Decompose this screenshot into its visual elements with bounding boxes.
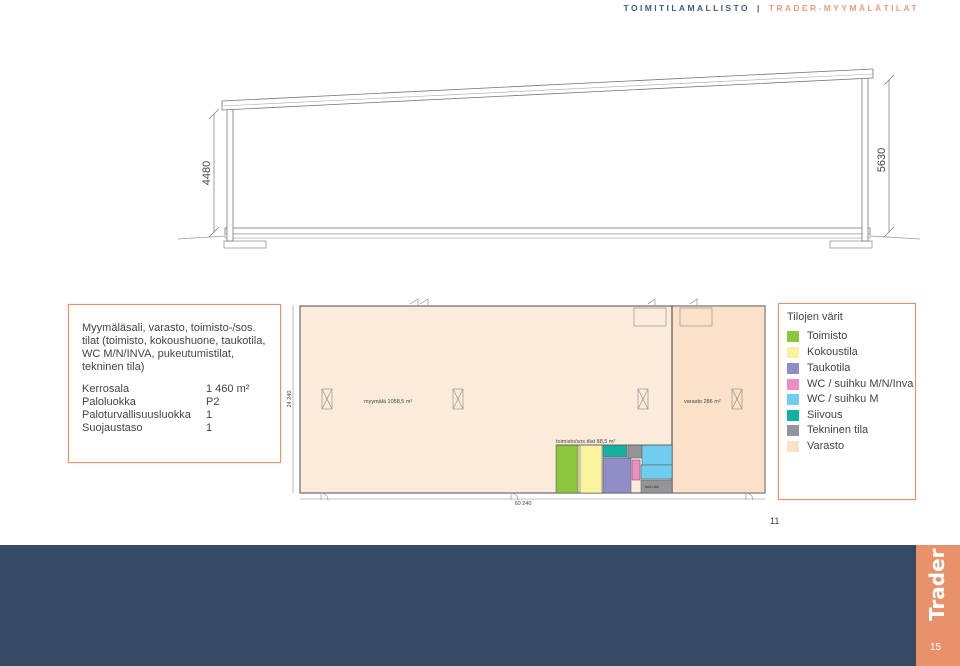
legend-swatch (787, 410, 799, 421)
legend-swatch (787, 425, 799, 436)
legend-title: Tilojen värit (787, 311, 843, 323)
office-room (555, 444, 579, 494)
cleaning-room (602, 444, 628, 458)
wc-shower-room (641, 444, 673, 466)
meeting-room (579, 444, 603, 494)
legend-swatch (787, 363, 799, 374)
legend-swatch (787, 331, 799, 342)
legend-swatch (787, 394, 799, 405)
room-color-legend: Tilojen värit Toimisto Kokoustila Taukot… (778, 303, 916, 500)
page-number: 15 (930, 642, 942, 653)
wc-room (631, 459, 641, 481)
shop-area-label: myymälä 1058,5 m² (364, 399, 412, 405)
legend-label: Varasto (807, 440, 845, 452)
legend-label: Toimisto (807, 330, 848, 342)
model-page-reference: 11 (770, 516, 780, 526)
legend-label: WC / suihku M (807, 393, 879, 405)
brand-name: Trader (925, 548, 949, 621)
legend-swatch (787, 347, 799, 358)
break-room (602, 457, 632, 494)
legend-label: Siivous (807, 409, 843, 421)
legend-label: Taukotila (807, 362, 851, 374)
storage-area-label: varasto 286 m² (684, 399, 721, 405)
legend-swatch (787, 379, 799, 390)
technical-room-label: tekn.tila (645, 484, 660, 489)
legend-label: Kokoustila (807, 346, 858, 358)
footer-band (0, 545, 960, 666)
office-area-label: toimisto/sos.tilat 88,5 m² (556, 439, 615, 445)
width-dimension: 60 240 (515, 501, 532, 507)
brand-tab: Trader 15 (916, 545, 960, 666)
legend-label: Tekninen tila (807, 424, 869, 436)
legend-label: WC / suihku M/N/Inva (807, 378, 914, 390)
depth-dimension: 24 240 (287, 391, 293, 408)
legend-swatch (787, 441, 799, 452)
